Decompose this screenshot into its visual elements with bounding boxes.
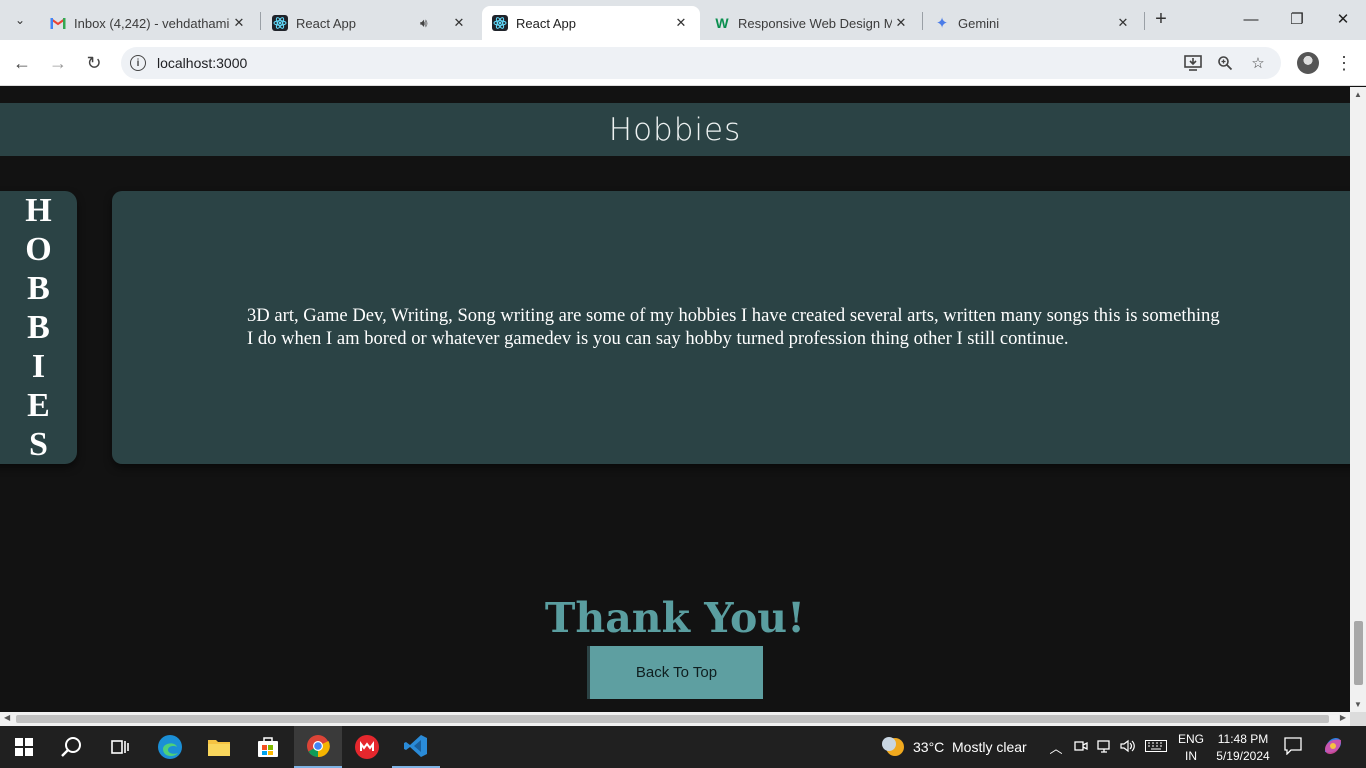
weather-desc[interactable]: Mostly clear — [952, 739, 1027, 755]
back-to-top-button[interactable]: Back To Top — [587, 646, 763, 699]
gemini-icon: ✦ — [935, 15, 949, 32]
section-title: Hobbies — [608, 111, 742, 148]
vertical-title-card: H O B B I E S — [0, 191, 77, 464]
clock-time: 11:48 PM — [1217, 732, 1269, 746]
scroll-right-icon[interactable]: ▶ — [1340, 713, 1346, 722]
reload-icon[interactable]: ↻ — [82, 51, 106, 75]
file-explorer-icon[interactable] — [195, 726, 243, 768]
tab-gemini[interactable]: ✦ Gemini ✕ — [924, 6, 1142, 40]
network-icon[interactable] — [1097, 739, 1113, 753]
hobbies-header: Hobbies — [0, 103, 1350, 156]
language-indicator[interactable]: ENG IN — [1176, 731, 1206, 765]
clock-date: 5/19/2024 — [1216, 749, 1270, 763]
vertical-scroll-thumb[interactable] — [1354, 621, 1363, 685]
tab-title: Responsive Web Design Me — [738, 15, 892, 31]
menu-kebab-icon[interactable]: ⋮ — [1334, 51, 1354, 75]
vertical-letter: H — [25, 192, 52, 229]
profile-avatar-icon[interactable] — [1297, 52, 1319, 74]
address-bar[interactable]: i localhost:3000 ☆ — [121, 47, 1281, 79]
close-window-icon[interactable]: ✕ — [1328, 8, 1358, 30]
tab-strip: ⌄ Inbox (4,242) - vehdathamid ✕ React Ap… — [0, 0, 1366, 40]
system-clock[interactable]: 11:48 PM 5/19/2024 — [1210, 731, 1276, 765]
scroll-left-icon[interactable]: ◀ — [4, 713, 10, 722]
tab-search-chevron-icon[interactable]: ⌄ — [8, 8, 32, 32]
tab-gmail[interactable]: Inbox (4,242) - vehdathamid ✕ — [40, 6, 258, 40]
scrollbar-corner — [1350, 712, 1366, 726]
search-icon[interactable] — [48, 726, 96, 768]
forward-arrow-icon[interactable]: → — [46, 51, 70, 75]
hobbies-text: 3D art, Game Dev, Writing, Song writing … — [247, 305, 1220, 349]
site-info-icon[interactable]: i — [130, 55, 146, 71]
page-viewport: Hobbies H O B B I E S 3D art, Game Dev, … — [0, 87, 1350, 712]
chrome-icon[interactable] — [294, 726, 342, 768]
hobbies-content-card: 3D art, Game Dev, Writing, Song writing … — [112, 191, 1350, 464]
tab-title: React App — [296, 15, 356, 31]
microsoft-store-icon[interactable] — [244, 726, 292, 768]
tab-responsive-web-design[interactable]: W Responsive Web Design Me ✕ — [704, 6, 920, 40]
task-view-icon[interactable] — [96, 726, 144, 768]
vertical-letter: I — [31, 348, 46, 385]
vertical-letter: E — [27, 387, 50, 424]
vscode-icon[interactable] — [392, 726, 440, 768]
tab-title: Inbox (4,242) - vehdathamid — [74, 15, 230, 31]
weather-temp[interactable]: 33°C — [913, 739, 944, 755]
show-hidden-icons-icon[interactable]: ︿ — [1049, 738, 1063, 757]
install-app-icon[interactable] — [1183, 53, 1203, 73]
url-text[interactable]: localhost:3000 — [157, 55, 247, 71]
new-tab-icon[interactable]: + — [1150, 8, 1172, 30]
zoom-icon[interactable] — [1215, 53, 1235, 73]
browser-toolbar: ← → ↻ i localhost:3000 ☆ ⋮ — [0, 40, 1366, 86]
react-icon — [272, 15, 288, 31]
windows-taskbar: 33°C Mostly clear ︿ ENG IN 11:48 PM 5/19… — [0, 726, 1366, 768]
vertical-scrollbar[interactable]: ▲ ▼ — [1350, 87, 1366, 712]
horizontal-scroll-thumb[interactable] — [16, 715, 1329, 723]
app-red-icon[interactable] — [343, 726, 391, 768]
vertical-letter: O — [25, 231, 52, 268]
copilot-icon[interactable] — [1321, 735, 1345, 757]
tab-separator — [922, 12, 923, 30]
w-icon: W — [715, 15, 729, 31]
close-tab-icon[interactable]: ✕ — [672, 15, 690, 31]
thank-you-heading: Thank You! — [544, 594, 806, 642]
back-arrow-icon[interactable]: ← — [10, 51, 34, 75]
close-tab-icon[interactable]: ✕ — [230, 15, 248, 31]
windows-start-icon[interactable] — [0, 726, 48, 768]
horizontal-scrollbar[interactable]: ◀ ▶ — [0, 712, 1350, 726]
weather-icon[interactable] — [880, 735, 906, 759]
tab-separator — [1144, 12, 1145, 30]
lang-line2: IN — [1185, 749, 1197, 763]
vertical-letter: B — [27, 270, 50, 307]
minimize-icon[interactable]: — — [1236, 8, 1266, 30]
lang-line1: ENG — [1177, 732, 1204, 746]
close-tab-icon[interactable]: ✕ — [450, 15, 468, 31]
vertical-letter: B — [27, 309, 50, 346]
tab-react-app-active[interactable]: React App ✕ — [482, 6, 700, 40]
meet-now-icon[interactable] — [1073, 739, 1089, 753]
bookmark-star-icon[interactable]: ☆ — [1248, 53, 1268, 73]
keyboard-icon[interactable] — [1144, 740, 1168, 752]
gmail-icon — [50, 15, 66, 31]
restore-icon[interactable]: ❐ — [1282, 8, 1312, 30]
notifications-icon[interactable] — [1283, 737, 1303, 755]
close-tab-icon[interactable]: ✕ — [892, 15, 910, 31]
vertical-letter: S — [29, 426, 48, 463]
scroll-up-icon[interactable]: ▲ — [1354, 90, 1362, 99]
tab-separator — [260, 12, 261, 30]
tab-title: Gemini — [958, 15, 1000, 31]
volume-icon[interactable] — [1120, 739, 1136, 753]
edge-icon[interactable] — [146, 726, 194, 768]
speaker-icon[interactable]: 🔊︎ — [420, 16, 436, 31]
react-icon — [492, 15, 508, 31]
scroll-down-icon[interactable]: ▼ — [1354, 700, 1362, 709]
close-tab-icon[interactable]: ✕ — [1114, 15, 1132, 31]
tab-react-app-audio[interactable]: React App 🔊︎ ✕ — [262, 6, 478, 40]
tab-title: React App — [516, 15, 576, 31]
